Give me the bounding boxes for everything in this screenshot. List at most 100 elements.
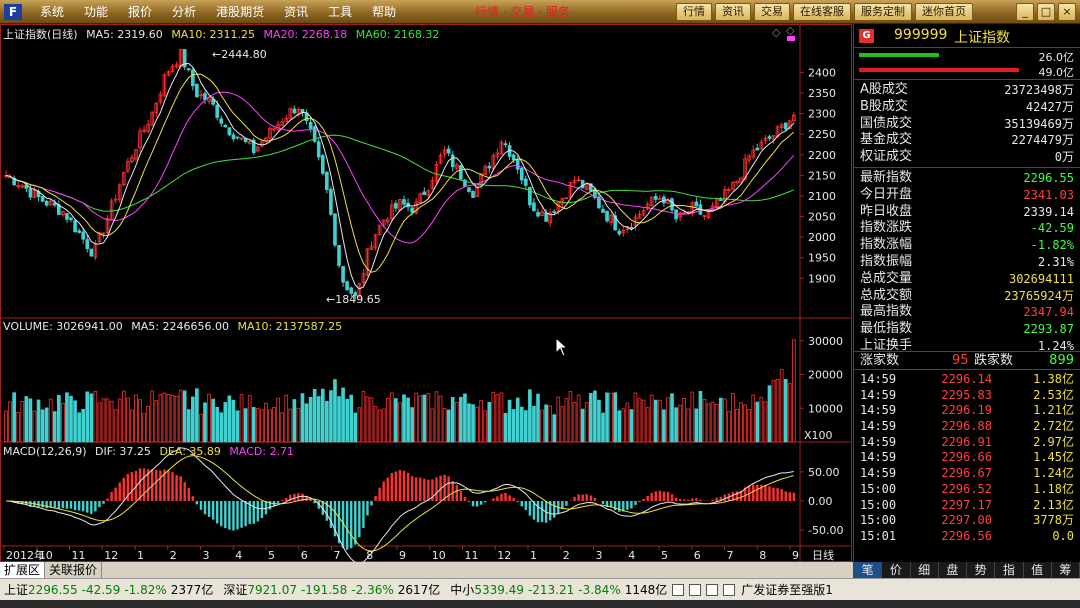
- tick-price: 2296.19: [941, 403, 992, 418]
- sh-label: 上证: [4, 583, 29, 597]
- menu-item-3[interactable]: 分析: [162, 0, 206, 24]
- volume-bar: [247, 395, 252, 443]
- kline-chart-canvas[interactable]: 2400235023002250220021502100205020001950…: [0, 24, 852, 562]
- advance-label: 涨家数: [860, 353, 900, 368]
- menu-item-1[interactable]: 功能: [74, 0, 118, 24]
- volume-bar: [300, 393, 305, 443]
- volume-bar: [170, 394, 175, 443]
- tick-time: 14:59: [860, 419, 897, 434]
- volume-bar: [580, 408, 585, 443]
- x-tick-label: 1: [530, 549, 537, 562]
- stat-value: 302694111: [1008, 271, 1074, 286]
- price-tick-label: 2000: [808, 231, 836, 244]
- candle-body: [653, 196, 658, 200]
- volume-bar: [16, 412, 21, 443]
- stat-label: 指数涨跌: [860, 220, 913, 236]
- volume-bar: [337, 396, 341, 443]
- volume-bar: [320, 388, 325, 443]
- zx-pct: -3.84%: [578, 582, 621, 597]
- volume-bar: [109, 400, 114, 443]
- top-button-0[interactable]: 行情: [676, 3, 712, 21]
- volume-bar: [564, 398, 569, 443]
- volume-bar-bottom-value: 49.0亿: [1038, 66, 1075, 79]
- menu-item-0[interactable]: 系统: [30, 0, 74, 24]
- candle-body: [329, 188, 333, 215]
- volume-bar: [52, 411, 57, 443]
- volume-bar: [268, 409, 272, 443]
- candle-body: [337, 245, 341, 266]
- x-tick-label: 5: [661, 549, 668, 562]
- volume-bar: [722, 398, 727, 443]
- volume-ma5-legend: MA5: 2246656.00: [131, 320, 229, 333]
- menu-bar: F 系统 功能 报价 分析 港股期货 资讯 工具 帮助 行情 · 交易 · 服务 行情 资讯 交易…: [0, 0, 1080, 24]
- network-icon[interactable]: [706, 583, 719, 596]
- candle-body: [783, 122, 788, 130]
- tick-price: 2297.00: [941, 513, 992, 528]
- close-icon[interactable]: ×: [1058, 3, 1076, 21]
- volume-bar: [353, 412, 358, 443]
- ma20-legend: MA20: 2268.18: [263, 28, 348, 41]
- candle-body: [345, 281, 349, 291]
- alert-icon[interactable]: [672, 583, 685, 596]
- top-button-2[interactable]: 交易: [754, 3, 790, 21]
- volume-bar: [454, 402, 459, 443]
- candle-body: [85, 239, 90, 250]
- tick-row: 15:00 2296.52 1.18亿: [854, 482, 1080, 498]
- menu-item-5[interactable]: 资讯: [274, 0, 318, 24]
- volume-legend-title: VOLUME: 3026941.00: [3, 320, 123, 333]
- top-button-5[interactable]: 迷你首页: [915, 3, 973, 21]
- minimize-icon[interactable]: _: [1016, 3, 1034, 21]
- bottom-tab-0[interactable]: 扩展区: [0, 562, 46, 578]
- volume-ma10-legend: MA10: 2137587.25: [237, 320, 343, 333]
- quote-tab-3[interactable]: 盘: [939, 562, 967, 578]
- tick-list[interactable]: 14:59 2296.14 1.38亿 14:59 2295.83 2.53亿 14:59 2…: [854, 370, 1080, 545]
- menu-item-6[interactable]: 工具: [318, 0, 362, 24]
- volume-bar: [755, 401, 760, 443]
- marquee-text: 行情 · 交易 · 服务: [475, 5, 570, 19]
- macd-value-legend: MACD: 2.71: [229, 445, 295, 458]
- stat-label: 总成交量: [860, 270, 913, 286]
- volume-bar: [195, 388, 199, 443]
- volume-compare-bars: 26.0亿 49.0亿: [854, 48, 1080, 80]
- quote-tab-2[interactable]: 细: [911, 562, 939, 578]
- quote-tab-4[interactable]: 势: [967, 562, 996, 578]
- menu-item-2[interactable]: 报价: [118, 0, 162, 24]
- menu-item-4[interactable]: 港股期货: [206, 0, 274, 24]
- candle-body: [231, 134, 236, 140]
- quote-tab-0[interactable]: 笔: [854, 562, 883, 578]
- menu-item-7[interactable]: 帮助: [362, 0, 406, 24]
- kline-chart-area[interactable]: 2400 2350 2300 2250 2200 2150 2100 2050 2000 1950…: [0, 24, 852, 562]
- stat-label: 今日开盘: [860, 186, 913, 202]
- volume-bar: [186, 409, 191, 443]
- volume-bar: [235, 410, 240, 443]
- info-icon[interactable]: [723, 583, 736, 596]
- volume-bar: [199, 413, 203, 443]
- volume-bar: [588, 392, 593, 443]
- bottom-tab-1[interactable]: 关联报价: [45, 562, 103, 578]
- quote-tab-5[interactable]: 指: [995, 562, 1024, 578]
- index-code: 999999: [894, 27, 948, 43]
- volume-bar: [219, 412, 224, 443]
- volume-bar: [438, 395, 443, 443]
- stat-label: 基金成交: [860, 132, 913, 148]
- x-tick-label: 10: [39, 549, 53, 562]
- candle-body: [519, 167, 524, 181]
- volume-bar: [479, 400, 483, 443]
- maximize-icon[interactable]: □: [1037, 3, 1055, 21]
- quote-tab-1[interactable]: 价: [882, 562, 911, 578]
- macd-tick-label: 50.00: [808, 466, 840, 479]
- lock-icon[interactable]: [689, 583, 702, 596]
- quote-tab-6[interactable]: 值: [1024, 562, 1052, 578]
- quote-tab-7[interactable]: 筹: [1052, 562, 1080, 578]
- volume-bar: [532, 405, 536, 443]
- top-button-3[interactable]: 在线客服: [793, 3, 851, 21]
- volume-bar: [341, 387, 345, 443]
- tick-price: 2296.52: [941, 481, 992, 496]
- volume-bar: [57, 394, 61, 443]
- top-button-4[interactable]: 服务定制: [854, 3, 912, 21]
- top-button-1[interactable]: 资讯: [715, 3, 751, 21]
- x-tick-label: 6: [694, 549, 701, 562]
- volume-bar: [511, 409, 516, 443]
- stat-row: 最低指数 2293.87: [854, 321, 1080, 338]
- status-bar: 上证 2296.55 -42.59 -1.82% 2377亿 深证 7921.0…: [0, 578, 1080, 600]
